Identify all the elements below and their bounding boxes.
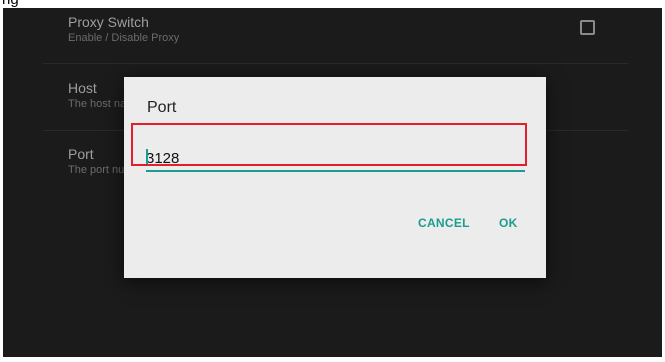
partial-header-text: ng [2, 0, 19, 8]
pref-summary: Enable / Disable Proxy [68, 32, 180, 44]
port-input[interactable] [146, 147, 525, 169]
pref-title: Proxy Switch [68, 14, 149, 30]
dialog-title: Port [147, 99, 177, 116]
port-field[interactable] [146, 147, 525, 172]
top-strip: ng [0, 0, 665, 8]
divider [43, 63, 628, 64]
port-dialog: Port CANCEL OK [124, 77, 546, 278]
settings-screen: Proxy Switch Enable / Disable Proxy Host… [3, 8, 662, 357]
pref-proxy-switch[interactable]: Proxy Switch Enable / Disable Proxy [68, 14, 179, 45]
text-cursor [146, 149, 148, 166]
cancel-button[interactable]: CANCEL [418, 216, 470, 230]
ok-button[interactable]: OK [499, 216, 518, 230]
input-underline [146, 170, 525, 172]
proxy-switch-checkbox[interactable] [580, 20, 595, 35]
